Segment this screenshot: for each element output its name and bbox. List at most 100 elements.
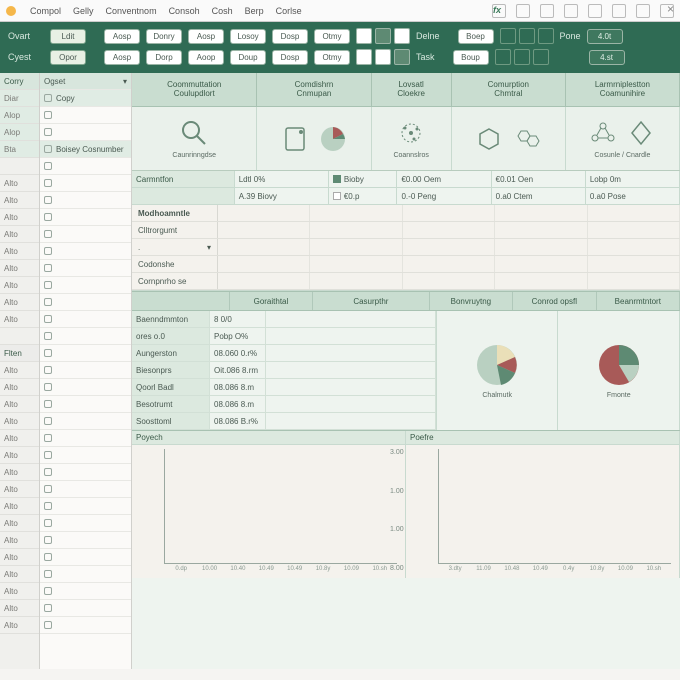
tile[interactable]: Cosunle / Cnardle [566, 107, 680, 170]
menu-item[interactable]: Gelly [73, 6, 94, 16]
tree-row[interactable] [40, 566, 131, 583]
tree-row[interactable] [40, 549, 131, 566]
swatch-icon[interactable] [356, 28, 372, 44]
expand-icon[interactable] [44, 451, 52, 459]
tree-row[interactable] [40, 515, 131, 532]
align-icon[interactable] [533, 49, 549, 65]
rail-cell[interactable]: Alto [0, 311, 39, 328]
expand-icon[interactable] [44, 604, 52, 612]
fx-icon[interactable]: fx [492, 4, 506, 18]
rail-cell[interactable]: Alto [0, 447, 39, 464]
tree-row[interactable] [40, 583, 131, 600]
align-icon[interactable] [538, 28, 554, 44]
expand-icon[interactable] [44, 196, 52, 204]
expand-icon[interactable] [44, 111, 52, 119]
tree-row[interactable]: Boisey Cosnumber [40, 141, 131, 158]
rail-cell[interactable]: Alto [0, 379, 39, 396]
tree-row[interactable] [40, 600, 131, 617]
swatch-icon[interactable] [375, 49, 391, 65]
tree-row[interactable] [40, 175, 131, 192]
close-icon[interactable]: × [667, 2, 674, 16]
tree-row[interactable] [40, 209, 131, 226]
traffic-light-icon[interactable] [6, 6, 16, 16]
expand-icon[interactable] [44, 230, 52, 238]
tree-row[interactable] [40, 464, 131, 481]
ribbon-button[interactable]: Dosp [272, 29, 308, 44]
expand-icon[interactable] [44, 94, 52, 102]
expand-icon[interactable] [44, 519, 52, 527]
tree-row[interactable] [40, 226, 131, 243]
rail-cell[interactable]: Alto [0, 430, 39, 447]
tree-row[interactable] [40, 260, 131, 277]
ribbon-button[interactable]: Donry [146, 29, 182, 44]
tree-row[interactable] [40, 498, 131, 515]
rail-cell[interactable]: Alto [0, 294, 39, 311]
rail-cell[interactable]: Alto [0, 209, 39, 226]
tree-row[interactable] [40, 124, 131, 141]
expand-icon[interactable] [44, 502, 52, 510]
tree-row[interactable] [40, 532, 131, 549]
expand-icon[interactable] [44, 298, 52, 306]
rail-cell[interactable]: Alto [0, 515, 39, 532]
tree-row[interactable] [40, 481, 131, 498]
expand-icon[interactable] [44, 570, 52, 578]
rail-cell[interactable]: Alto [0, 396, 39, 413]
rail-cell[interactable]: Diar [0, 90, 39, 107]
ribbon-button[interactable]: 4.st [589, 50, 625, 65]
expand-icon[interactable] [44, 315, 52, 323]
ribbon-button[interactable]: Dorp [146, 50, 182, 65]
ribbon-button[interactable]: Otmy [314, 50, 350, 65]
rail-cell[interactable]: Alto [0, 277, 39, 294]
expand-icon[interactable] [44, 247, 52, 255]
expand-icon[interactable] [44, 264, 52, 272]
toolbar-icon[interactable] [564, 4, 578, 18]
toolbar-icon[interactable] [516, 4, 530, 18]
align-icon[interactable] [519, 28, 535, 44]
rail-cell[interactable]: Alto [0, 566, 39, 583]
swatch-icon[interactable] [394, 49, 410, 65]
tree-row[interactable] [40, 311, 131, 328]
expand-icon[interactable] [44, 383, 52, 391]
tree-row[interactable] [40, 294, 131, 311]
ribbon-button[interactable]: Aosp [188, 29, 224, 44]
ribbon-button[interactable]: Losoy [230, 29, 266, 44]
rail-cell[interactable]: Bta [0, 141, 39, 158]
rail-cell[interactable]: Alto [0, 600, 39, 617]
expand-icon[interactable] [44, 162, 52, 170]
tree-row[interactable] [40, 362, 131, 379]
menu-item[interactable]: Berp [245, 6, 264, 16]
ribbon-button[interactable]: Otmy [314, 29, 350, 44]
rail-cell[interactable]: Alop [0, 124, 39, 141]
ribbon-button[interactable]: Ldit [50, 29, 86, 44]
expand-icon[interactable] [44, 332, 52, 340]
align-icon[interactable] [500, 28, 516, 44]
rail-cell[interactable] [0, 328, 39, 345]
swatch-icon[interactable] [356, 49, 372, 65]
tree-row[interactable] [40, 430, 131, 447]
align-icon[interactable] [495, 49, 511, 65]
swatch-icon[interactable] [375, 28, 391, 44]
expand-icon[interactable] [44, 536, 52, 544]
rail-cell[interactable]: Alto [0, 498, 39, 515]
rail-cell[interactable] [0, 158, 39, 175]
tree-row[interactable] [40, 396, 131, 413]
expand-icon[interactable] [44, 587, 52, 595]
ribbon-button[interactable]: Aoop [188, 50, 224, 65]
expand-icon[interactable] [44, 213, 52, 221]
expand-icon[interactable] [44, 400, 52, 408]
tree-row[interactable] [40, 158, 131, 175]
menu-item[interactable]: Corlse [276, 6, 302, 16]
tree-header[interactable]: Ogset▾ [40, 73, 131, 90]
tile[interactable]: Coannslros [372, 107, 452, 170]
tree-row[interactable] [40, 277, 131, 294]
expand-icon[interactable] [44, 128, 52, 136]
expand-icon[interactable] [44, 434, 52, 442]
rail-cell[interactable]: Alto [0, 243, 39, 260]
ribbon-button[interactable]: Doup [230, 50, 266, 65]
toolbar-icon[interactable] [540, 4, 554, 18]
rail-cell[interactable]: Flten [0, 345, 39, 362]
expand-icon[interactable] [44, 366, 52, 374]
ribbon-button[interactable]: 4.0t [587, 29, 623, 44]
tree-row[interactable] [40, 345, 131, 362]
rail-cell[interactable]: Alto [0, 481, 39, 498]
